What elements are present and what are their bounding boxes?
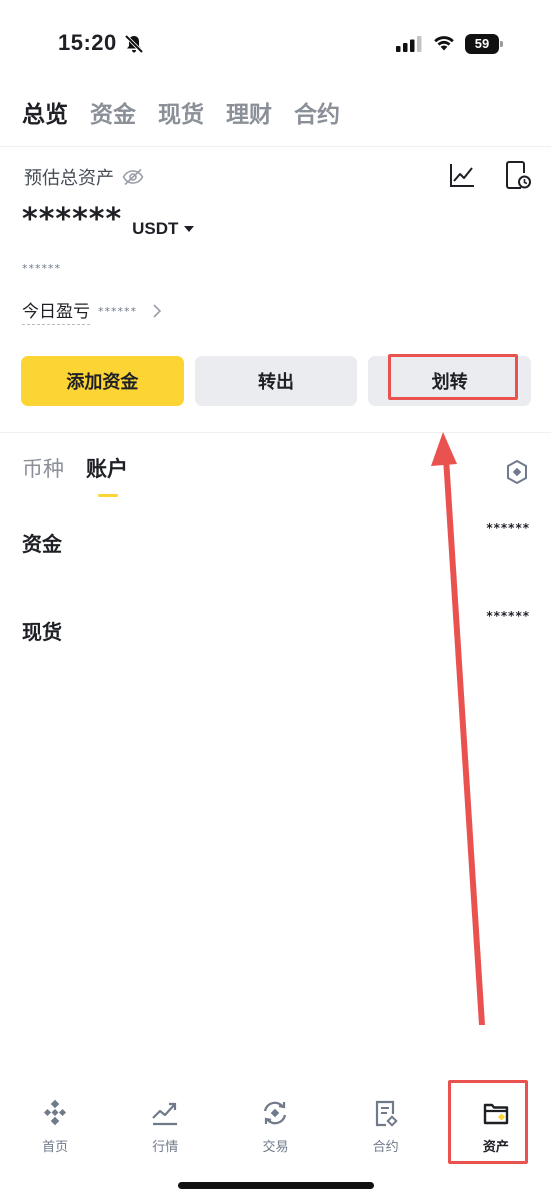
- battery-level: 59: [465, 34, 499, 54]
- nav-label: 行情: [152, 1140, 179, 1155]
- balance-row: ****** USDT: [22, 202, 195, 238]
- tab-earn[interactable]: 理财: [226, 98, 272, 138]
- today-pnl-label: 今日盈亏: [22, 297, 90, 325]
- assets-highlight-annotation: [448, 1080, 528, 1164]
- nav-label: 首页: [42, 1140, 69, 1155]
- tab-coin[interactable]: 币种: [22, 454, 64, 484]
- divider: [0, 432, 551, 433]
- tab-account[interactable]: 账户: [86, 454, 128, 497]
- estimated-assets-label: 预估总资产: [24, 168, 114, 189]
- account-value: ******: [486, 521, 530, 535]
- history-icon[interactable]: [505, 160, 531, 190]
- chevron-right-icon: [153, 304, 162, 318]
- status-bar: 15:20 59: [0, 0, 551, 90]
- tab-overview[interactable]: 总览: [22, 98, 68, 138]
- caret-down-icon: [184, 226, 195, 232]
- contract-icon: [375, 1100, 398, 1127]
- account-name: 资金: [22, 532, 62, 556]
- tab-spot[interactable]: 现货: [158, 98, 204, 138]
- account-row-spot[interactable]: 现货 ******: [22, 609, 530, 652]
- tab-futures[interactable]: 合约: [294, 98, 340, 138]
- estimated-assets-header: 预估总资产: [24, 164, 144, 190]
- bell-muted-icon: [124, 34, 144, 54]
- total-balance: ******: [22, 202, 123, 237]
- sub-tabs: 币种 账户: [22, 454, 128, 497]
- nav-label: 合约: [372, 1140, 399, 1155]
- withdraw-button[interactable]: 转出: [194, 356, 358, 406]
- settings-hex-icon[interactable]: [505, 459, 529, 485]
- home-logo-icon: [44, 1099, 67, 1126]
- top-tabs: 总览 资金 现货 理财 合约: [22, 98, 340, 138]
- sub-balance: ******: [22, 262, 61, 275]
- battery-cap: [500, 41, 503, 47]
- nav-home[interactable]: 首页: [0, 1084, 110, 1164]
- exchange-icon: [264, 1101, 287, 1125]
- currency-selector[interactable]: USDT: [132, 216, 195, 242]
- eye-hidden-icon[interactable]: [122, 168, 144, 186]
- cellular-signal-icon: [396, 36, 422, 52]
- trend-chart-icon: [152, 1102, 178, 1126]
- today-pnl-value: ******: [98, 304, 137, 318]
- account-row-funding[interactable]: 资金 ******: [22, 521, 530, 564]
- battery-indicator: 59: [465, 34, 503, 54]
- wifi-icon: [434, 36, 454, 51]
- nav-trade[interactable]: 交易: [220, 1084, 330, 1164]
- add-funds-button[interactable]: 添加资金: [21, 356, 184, 406]
- nav-label: 交易: [262, 1140, 289, 1155]
- transfer-highlight-annotation: [388, 354, 518, 400]
- nav-markets[interactable]: 行情: [110, 1084, 220, 1164]
- divider: [0, 146, 551, 147]
- status-time: 15:20: [58, 30, 117, 55]
- currency-label: USDT: [132, 219, 179, 238]
- home-indicator: [178, 1182, 374, 1189]
- tab-funding[interactable]: 资金: [90, 98, 136, 138]
- nav-futures[interactable]: 合约: [331, 1084, 441, 1164]
- account-name: 现货: [22, 620, 62, 644]
- today-pnl-row[interactable]: 今日盈亏 ******: [22, 297, 163, 325]
- chart-icon[interactable]: [449, 162, 475, 188]
- account-value: ******: [486, 609, 530, 623]
